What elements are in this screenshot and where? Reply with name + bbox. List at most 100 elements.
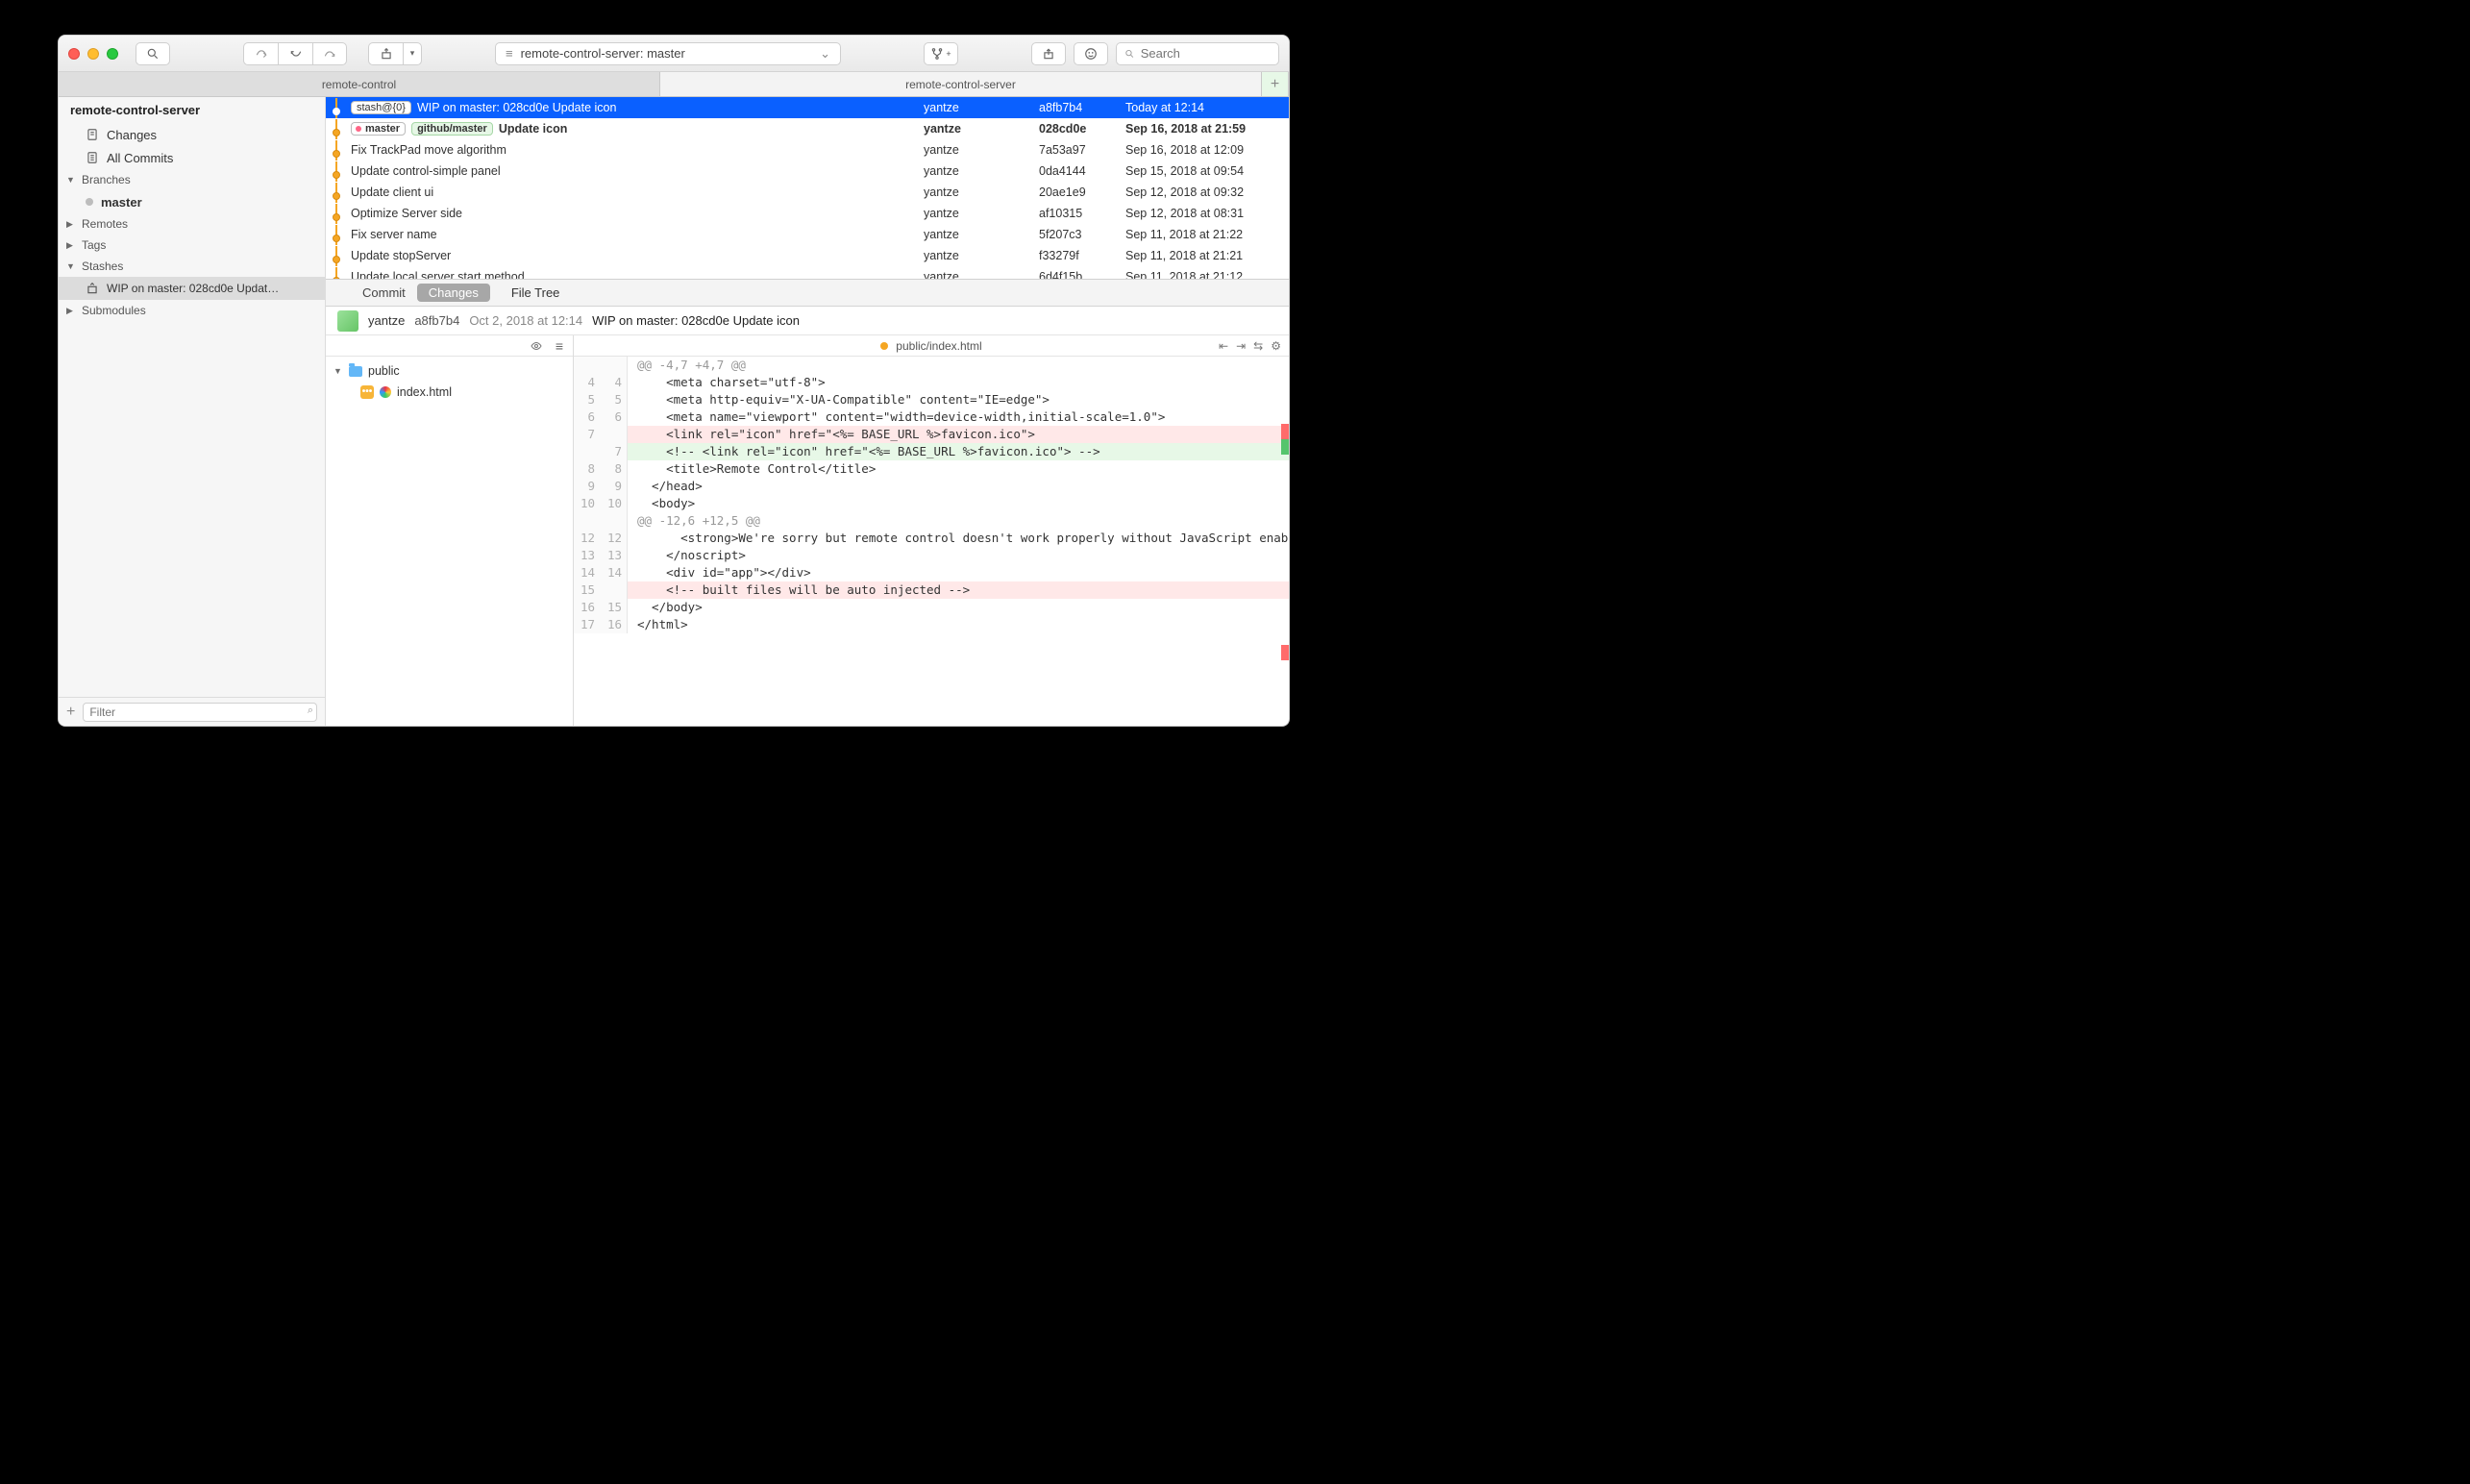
- chevron-down-icon: ⌄: [820, 46, 830, 62]
- section-branches[interactable]: ▼Branches: [59, 169, 325, 190]
- branch-selector[interactable]: ≡ remote-control-server: master ⌄: [495, 42, 841, 65]
- add-button[interactable]: +: [66, 704, 75, 721]
- collapse-icon[interactable]: ⇤: [1219, 339, 1228, 353]
- history-row[interactable]: Update local server start methodyantze6d…: [326, 266, 1289, 280]
- changes-icon: [86, 128, 99, 141]
- tab-filetree[interactable]: File Tree: [511, 285, 560, 300]
- ref-badge: master: [351, 122, 406, 136]
- tab-remote-control-server[interactable]: remote-control-server: [660, 72, 1262, 96]
- commit-sha: a8fb7b4: [414, 313, 459, 328]
- diff-view[interactable]: @@ -4,7 +4,7 @@44 <meta charset="utf-8">…: [574, 357, 1289, 726]
- diff-area: ≡ ▼ public ••• index.html: [326, 335, 1289, 726]
- file-tree: ▼ public ••• index.html: [326, 357, 573, 407]
- files-sidebar: ≡ ▼ public ••• index.html: [326, 335, 574, 726]
- tab-changes[interactable]: Changes: [417, 284, 490, 302]
- folder-icon: [349, 366, 362, 377]
- commit-history[interactable]: stash@{0}WIP on master: 028cd0e Update i…: [326, 97, 1289, 280]
- history-row[interactable]: Update control-simple panelyantze0da4144…: [326, 161, 1289, 182]
- diff-line: @@ -12,6 +12,5 @@: [574, 512, 1289, 530]
- commit-date: Oct 2, 2018 at 12:14: [469, 313, 582, 328]
- repo-title: remote-control-server: [59, 97, 325, 123]
- diff-main: public/index.html ⇤ ⇥ ⇆ ⚙ @@ -4,7 +4,7 @…: [574, 335, 1289, 726]
- sidebar-item-changes[interactable]: Changes: [59, 123, 325, 146]
- filter-input[interactable]: [83, 703, 317, 722]
- modified-badge-icon: •••: [360, 385, 374, 399]
- stash-icon: [86, 282, 99, 295]
- history-row[interactable]: Update stopServeryantzef33279fSep 11, 20…: [326, 245, 1289, 266]
- search-icon-button[interactable]: [136, 42, 170, 65]
- files-toolbar: ≡: [326, 335, 573, 357]
- scroll-marker-del: [1281, 424, 1289, 439]
- diff-header: public/index.html ⇤ ⇥ ⇆ ⚙: [574, 335, 1289, 357]
- tab-remote-control[interactable]: remote-control: [59, 72, 660, 96]
- diff-line: 7 <!-- <link rel="icon" href="<%= BASE_U…: [574, 443, 1289, 460]
- fetch-pull-push-group: [243, 42, 347, 65]
- tab-commit[interactable]: Commit: [351, 284, 417, 302]
- diff-line: 1010 <body>: [574, 495, 1289, 512]
- fork-button[interactable]: +: [924, 42, 958, 65]
- history-row[interactable]: Update client uiyantze20ae1e9Sep 12, 201…: [326, 182, 1289, 203]
- sidebar-footer: + ⌕: [59, 697, 325, 726]
- traffic-lights: [68, 48, 118, 60]
- diff-line: 66 <meta name="viewport" content="width=…: [574, 408, 1289, 426]
- disclosure-down-icon: ▼: [66, 261, 76, 271]
- settings-icon[interactable]: ⚙: [1271, 339, 1281, 353]
- list-icon: ≡: [506, 46, 513, 61]
- eye-icon[interactable]: [529, 340, 544, 352]
- diff-line: 1212 <strong>We're sorry but remote cont…: [574, 530, 1289, 547]
- share-button[interactable]: [1031, 42, 1066, 65]
- app-window: ▾ ≡ remote-control-server: master ⌄ + re…: [58, 35, 1290, 727]
- diff-line: 88 <title>Remote Control</title>: [574, 460, 1289, 478]
- toolbar-search[interactable]: [1116, 42, 1279, 65]
- disclosure-down-icon: ▼: [66, 175, 76, 185]
- scroll-marker-add: [1281, 439, 1289, 455]
- diff-line: 44 <meta charset="utf-8">: [574, 374, 1289, 391]
- history-row[interactable]: Fix TrackPad move algorithmyantze7a53a97…: [326, 139, 1289, 161]
- stash-button[interactable]: [368, 42, 403, 65]
- push-button[interactable]: [312, 42, 347, 65]
- branch-label: remote-control-server: master: [521, 46, 685, 61]
- disclosure-down-icon: ▼: [333, 366, 343, 376]
- section-submodules[interactable]: ▶Submodules: [59, 300, 325, 321]
- avatar: [337, 310, 358, 332]
- ref-badge: stash@{0}: [351, 101, 411, 114]
- stash-item[interactable]: WIP on master: 028cd0e Updat…: [59, 277, 325, 300]
- disclosure-right-icon: ▶: [66, 306, 76, 316]
- search-icon: ⌕: [308, 705, 313, 717]
- indent-left-icon[interactable]: ⇥: [1236, 339, 1246, 353]
- history-row[interactable]: mastergithub/masterUpdate iconyantze028c…: [326, 118, 1289, 139]
- fetch-button[interactable]: [243, 42, 278, 65]
- branch-master[interactable]: master: [59, 190, 325, 213]
- minimize-window-button[interactable]: [87, 48, 99, 60]
- toolbar-search-input[interactable]: [1141, 46, 1271, 61]
- commits-icon: [86, 151, 99, 164]
- indent-right-icon[interactable]: ⇆: [1253, 339, 1263, 353]
- feedback-button[interactable]: [1074, 42, 1108, 65]
- diff-line: 99 </head>: [574, 478, 1289, 495]
- file-row[interactable]: ••• index.html: [326, 382, 573, 403]
- stash-menu-button[interactable]: ▾: [403, 42, 422, 65]
- list-icon[interactable]: ≡: [556, 338, 563, 354]
- tab-add[interactable]: +: [1262, 72, 1289, 96]
- close-window-button[interactable]: [68, 48, 80, 60]
- sidebar: remote-control-server Changes All Commit…: [59, 97, 326, 726]
- section-tags[interactable]: ▶Tags: [59, 235, 325, 256]
- tabbar: remote-control remote-control-server +: [59, 72, 1289, 97]
- diff-line: 1716</html>: [574, 616, 1289, 633]
- main: stash@{0}WIP on master: 028cd0e Update i…: [326, 97, 1289, 726]
- html-file-icon: [380, 386, 391, 398]
- folder-row[interactable]: ▼ public: [326, 360, 573, 382]
- diff-line: 7 <link rel="icon" href="<%= BASE_URL %>…: [574, 426, 1289, 443]
- history-row[interactable]: stash@{0}WIP on master: 028cd0e Update i…: [326, 97, 1289, 118]
- scroll-marker-del: [1281, 645, 1289, 660]
- diff-line: @@ -4,7 +4,7 @@: [574, 357, 1289, 374]
- diff-file-path: public/index.html: [896, 339, 981, 353]
- diff-line: 55 <meta http-equiv="X-UA-Compatible" co…: [574, 391, 1289, 408]
- zoom-window-button[interactable]: [107, 48, 118, 60]
- section-remotes[interactable]: ▶Remotes: [59, 213, 325, 235]
- section-stashes[interactable]: ▼Stashes: [59, 256, 325, 277]
- sidebar-item-all-commits[interactable]: All Commits: [59, 146, 325, 169]
- history-row[interactable]: Fix server nameyantze5f207c3Sep 11, 2018…: [326, 224, 1289, 245]
- pull-button[interactable]: [278, 42, 312, 65]
- history-row[interactable]: Optimize Server sideyantzeaf10315Sep 12,…: [326, 203, 1289, 224]
